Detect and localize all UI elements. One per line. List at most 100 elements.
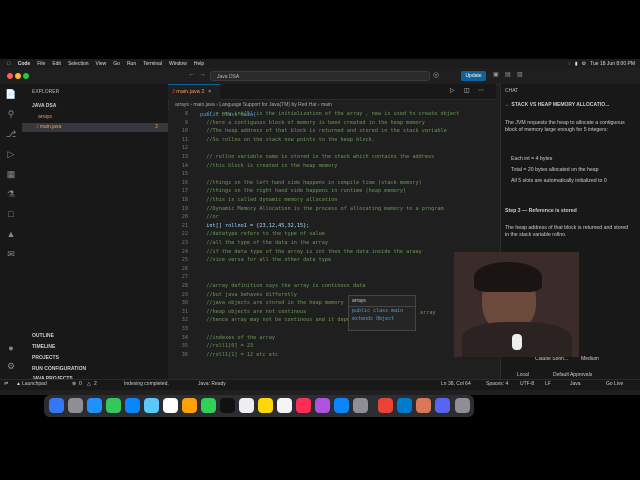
zoom-window-button[interactable] <box>23 73 29 79</box>
sidebar-toggle-icon[interactable]: ▥ <box>517 71 523 78</box>
remote-indicator-icon[interactable]: ⇌ <box>4 381 8 387</box>
manage-gear-icon[interactable]: ⚙ <box>5 360 17 372</box>
remote-explorer-icon[interactable]: □ <box>5 208 17 220</box>
testing-icon[interactable]: ⚗ <box>5 188 17 200</box>
menu-run[interactable]: Run <box>127 61 136 67</box>
code-line[interactable]: 32 //hence array may not be continous an… <box>168 316 496 325</box>
extensions-icon[interactable]: ▦ <box>5 168 17 180</box>
explorer-icon[interactable]: 📄 <box>5 88 17 100</box>
back-arrow-icon[interactable]: ← <box>188 71 195 78</box>
command-center-search[interactable]: Java DSA <box>210 71 430 81</box>
code-line[interactable]: 10 //The heap address of that block is r… <box>168 127 496 136</box>
safari-icon[interactable] <box>87 398 102 413</box>
code-line[interactable]: 17 //things on the right hand side happe… <box>168 187 496 196</box>
java-status[interactable]: Java: Ready <box>198 381 226 387</box>
code-line[interactable]: 25 //vice versa for all the other data t… <box>168 256 496 265</box>
app-store-icon[interactable] <box>334 398 349 413</box>
calendar-icon[interactable] <box>163 398 178 413</box>
more-actions-icon[interactable]: ⋯ <box>478 87 484 94</box>
menu-file[interactable]: File <box>37 61 45 67</box>
maps-icon[interactable] <box>144 398 159 413</box>
local-selector[interactable]: Local <box>517 372 529 378</box>
breadcrumb-folder[interactable]: arrays <box>175 102 189 108</box>
tab-main-java[interactable]: J main.java 2 × <box>168 84 220 100</box>
code-line[interactable]: 22 //datatype refers to the type of valu… <box>168 230 496 239</box>
control-center-icon[interactable]: ⚙ <box>582 61 586 67</box>
effort-selector[interactable]: Medium <box>581 356 599 362</box>
menubar-clock[interactable]: Tue 18 Jun 8:00 PM <box>590 61 635 67</box>
close-window-button[interactable] <box>7 73 13 79</box>
launchpad-icon[interactable] <box>68 398 83 413</box>
code-line[interactable]: 18 //this is called dynamic memory alloc… <box>168 196 496 205</box>
language-mode[interactable]: Java <box>570 381 581 387</box>
menu-app-name[interactable]: Code <box>18 61 31 67</box>
code-line[interactable]: 34 //indexes of the array <box>168 334 496 343</box>
menu-go[interactable]: Go <box>113 61 120 67</box>
source-control-icon[interactable]: ⎇ <box>5 128 17 140</box>
battery-icon[interactable]: ▮ <box>575 61 578 67</box>
code-line[interactable]: 11 //So rollno on the stack now points t… <box>168 136 496 145</box>
code-editor[interactable]: public class main{ 8 // = new int[5] is … <box>168 110 496 379</box>
breadcrumb-extension[interactable]: Language Support for Java(TM) by Red Hat <box>219 102 316 108</box>
vscode-icon[interactable] <box>397 398 412 413</box>
code-line[interactable]: 20 //or <box>168 213 496 222</box>
messages-icon[interactable] <box>106 398 121 413</box>
launchpad-label[interactable]: Launchpad <box>22 381 47 387</box>
menu-window[interactable]: Window <box>169 61 187 67</box>
file-main-java[interactable]: J main.java 2 <box>22 123 168 132</box>
code-line[interactable]: 13 // rollno variable name is stored in … <box>168 153 496 162</box>
music-icon[interactable] <box>296 398 311 413</box>
section-run-configuration[interactable]: RUN CONFIGURATION <box>32 365 178 374</box>
code-line[interactable]: 12 <box>168 144 496 153</box>
menu-selection[interactable]: Selection <box>68 61 89 67</box>
menu-help[interactable]: Help <box>194 61 204 67</box>
warning-icon[interactable]: △ <box>87 381 91 387</box>
tab-close-icon[interactable]: × <box>208 89 211 95</box>
chat-title[interactable]: ← STACK VS HEAP MEMORY ALLOCATIO... <box>505 102 633 109</box>
code-line[interactable]: 23 //all the type of the data in the arr… <box>168 239 496 248</box>
error-count[interactable]: 0 <box>79 381 82 387</box>
finder-icon[interactable] <box>49 398 64 413</box>
photos-icon[interactable] <box>182 398 197 413</box>
code-line[interactable]: 9 //here a contiguous block of memory is… <box>168 119 496 128</box>
account-icon[interactable]: ● <box>5 342 17 354</box>
apple-icon[interactable]:  <box>7 61 11 67</box>
panel-toggle-icon[interactable]: ▤ <box>505 71 511 78</box>
discord-icon[interactable] <box>435 398 450 413</box>
facetime-icon[interactable] <box>201 398 216 413</box>
wifi-icon[interactable]: ◌ <box>568 61 571 67</box>
code-line[interactable]: 33 <box>168 325 496 334</box>
run-debug-icon[interactable]: ▷ <box>5 148 17 160</box>
notes-icon[interactable] <box>258 398 273 413</box>
warning-count[interactable]: 2 <box>94 381 97 387</box>
menu-view[interactable]: View <box>96 61 107 67</box>
encoding[interactable]: UTF-8 <box>520 381 534 387</box>
code-line[interactable]: 29 //but java behaves differntly <box>168 291 496 300</box>
code-line[interactable]: 30 //java objects are stored in the heap… <box>168 299 496 308</box>
code-line[interactable]: 36 //roll1[1] = 12 etc etc <box>168 351 496 360</box>
breadcrumb-symbol[interactable]: main <box>321 102 332 108</box>
code-line[interactable]: 16 //things on the left hand side happen… <box>168 179 496 188</box>
podcasts-icon[interactable] <box>315 398 330 413</box>
update-button[interactable]: Update <box>461 71 486 81</box>
menu-terminal[interactable]: Terminal <box>143 61 162 67</box>
trash-icon[interactable] <box>455 398 470 413</box>
run-java-icon[interactable]: ▷ <box>450 87 455 94</box>
mail-icon[interactable] <box>125 398 140 413</box>
section-timeline[interactable]: TIMELINE <box>32 343 178 352</box>
code-line[interactable]: 26 <box>168 265 496 274</box>
code-line[interactable]: 24 //if the data type of the array is in… <box>168 248 496 257</box>
code-line[interactable]: 21 int[] rollno1 = {23,12,45,32,15}; <box>168 222 496 231</box>
copilot-icon[interactable]: ◎ <box>433 71 439 79</box>
line-ending[interactable]: LF <box>545 381 551 387</box>
forward-arrow-icon[interactable]: → <box>199 71 206 78</box>
claude-icon[interactable] <box>416 398 431 413</box>
code-line[interactable]: 27 <box>168 273 496 282</box>
chrome-icon[interactable] <box>378 398 393 413</box>
launchpad-icon[interactable]: ▲ <box>16 381 21 387</box>
menu-edit[interactable]: Edit <box>52 61 61 67</box>
go-live-button[interactable]: Go Live <box>606 381 623 387</box>
error-icon[interactable]: ⊗ <box>72 381 76 387</box>
breadcrumb-file[interactable]: main.java <box>193 102 214 108</box>
code-line[interactable]: 15 <box>168 170 496 179</box>
